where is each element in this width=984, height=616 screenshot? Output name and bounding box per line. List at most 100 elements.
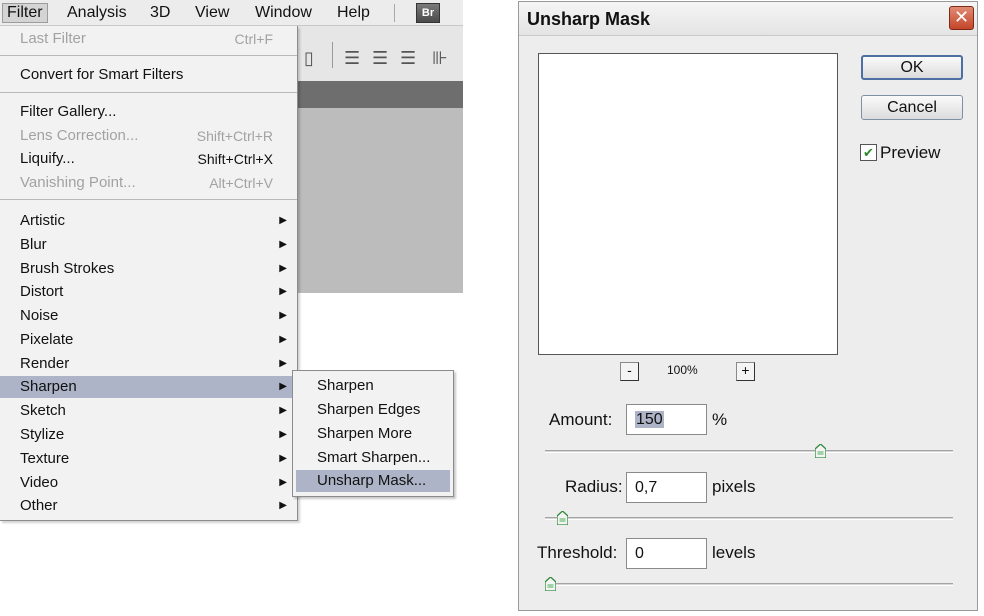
preview-checkbox[interactable]: ✔ [860, 144, 877, 161]
menu-3d[interactable]: 3D [146, 3, 174, 23]
submenu-arrow-icon: ▶ [279, 215, 287, 226]
filter-menu: Last Filter Ctrl+F Convert for Smart Fil… [0, 26, 298, 521]
shortcut-label: Alt+Ctrl+V [209, 175, 273, 191]
menu-analysis[interactable]: Analysis [63, 3, 131, 23]
menu-item-label: Vanishing Point... [20, 174, 136, 191]
threshold-input[interactable]: 0 [626, 538, 707, 569]
align-icon[interactable]: ▯ [304, 48, 315, 69]
menubar-divider [394, 4, 395, 22]
menu-item-label: Convert for Smart Filters [20, 66, 184, 83]
menu-item-label: Video [20, 474, 59, 491]
amount-slider-thumb[interactable] [815, 444, 826, 458]
submenu-arrow-icon: ▶ [279, 263, 287, 274]
threshold-label: Threshold: [537, 543, 618, 562]
radius-input[interactable]: 0,7 [626, 472, 707, 503]
amount-label: Amount: [549, 410, 613, 429]
menu-bar: Filter Analysis 3D View Window Help Br [0, 0, 463, 26]
menu-item-vanishing-point[interactable]: Vanishing Point... Alt+Ctrl+V [0, 172, 297, 194]
submenu-arrow-icon: ▶ [279, 286, 287, 297]
amount-slider-track[interactable] [545, 444, 953, 458]
menu-help[interactable]: Help [333, 3, 374, 23]
menu-item-noise[interactable]: Noise ▶ [0, 305, 297, 327]
submenu-arrow-icon: ▶ [279, 405, 287, 416]
menu-item-label: Sharpen [20, 378, 77, 395]
radius-slider-track[interactable] [545, 511, 953, 525]
menu-item-label: Noise [20, 307, 59, 324]
threshold-slider-thumb[interactable] [545, 577, 556, 591]
menu-window[interactable]: Window [251, 3, 316, 23]
radius-label: Radius: [565, 477, 623, 496]
cancel-button[interactable]: Cancel [861, 95, 963, 120]
submenu-arrow-icon: ▶ [279, 381, 287, 392]
bridge-button[interactable]: Br [416, 3, 440, 23]
menu-separator [0, 92, 297, 93]
menu-item-sharpen[interactable]: Sharpen ▶ [0, 376, 297, 398]
zoom-level: 100% [667, 363, 698, 377]
submenu-item-smart-sharpen[interactable]: Smart Sharpen... [296, 447, 450, 469]
menu-item-texture[interactable]: Texture ▶ [0, 448, 297, 470]
distribute-bottom-icon[interactable]: ☰ [400, 48, 417, 69]
submenu-item-sharpen-edges[interactable]: Sharpen Edges [296, 399, 450, 421]
threshold-value: 0 [635, 545, 644, 562]
menu-item-liquify[interactable]: Liquify... Shift+Ctrl+X [0, 148, 297, 170]
submenu-item-sharpen-more[interactable]: Sharpen More [296, 423, 450, 445]
menu-item-convert-smart-filters[interactable]: Convert for Smart Filters [0, 64, 297, 86]
close-icon: ✕ [953, 7, 970, 27]
shortcut-label: Shift+Ctrl+X [197, 151, 273, 167]
dialog-title: Unsharp Mask [527, 9, 651, 29]
document-tab-bar [298, 81, 463, 108]
distribute-top-icon[interactable]: ☰ [344, 48, 361, 69]
menu-item-lens-correction[interactable]: Lens Correction... Shift+Ctrl+R [0, 125, 297, 147]
menu-item-blur[interactable]: Blur ▶ [0, 234, 297, 256]
preview-label: Preview [880, 143, 941, 162]
zoom-in-button[interactable]: + [736, 362, 755, 381]
menu-item-video[interactable]: Video ▶ [0, 472, 297, 494]
menu-item-label: Distort [20, 283, 64, 300]
distribute-left-icon[interactable]: ⊪ [432, 48, 449, 69]
menu-item-label: Pixelate [20, 331, 74, 348]
menu-item-stylize[interactable]: Stylize ▶ [0, 424, 297, 446]
menu-item-label: Stylize [20, 426, 65, 443]
menu-item-render[interactable]: Render ▶ [0, 353, 297, 375]
menu-filter[interactable]: Filter [2, 3, 48, 23]
threshold-slider-track[interactable] [545, 577, 953, 591]
menu-item-sketch[interactable]: Sketch ▶ [0, 400, 297, 422]
menu-item-label: Texture [20, 450, 70, 467]
menu-separator [0, 199, 297, 200]
submenu-arrow-icon: ▶ [279, 500, 287, 511]
submenu-item-unsharp-mask[interactable]: Unsharp Mask... [296, 470, 450, 492]
menu-item-pixelate[interactable]: Pixelate ▶ [0, 329, 297, 351]
menu-item-filter-gallery[interactable]: Filter Gallery... [0, 101, 297, 123]
unsharp-mask-dialog: Unsharp Mask ✕ - 100% + OK Cancel ✔ Prev… [518, 1, 978, 611]
menu-item-label: Lens Correction... [20, 127, 139, 144]
menu-item-label: Brush Strokes [20, 260, 115, 277]
menu-item-label: Sketch [20, 402, 66, 419]
submenu-arrow-icon: ▶ [279, 453, 287, 464]
amount-input[interactable]: 150 [626, 404, 707, 435]
radius-value: 0,7 [635, 479, 658, 496]
ok-button[interactable]: OK [861, 55, 963, 80]
toolbar-divider [332, 42, 333, 68]
menu-item-last-filter[interactable]: Last Filter Ctrl+F [0, 28, 297, 50]
menu-item-label: Render [20, 355, 70, 372]
submenu-arrow-icon: ▶ [279, 358, 287, 369]
zoom-out-button[interactable]: - [620, 362, 639, 381]
submenu-arrow-icon: ▶ [279, 239, 287, 250]
menu-view[interactable]: View [191, 3, 233, 23]
menu-item-distort[interactable]: Distort ▶ [0, 281, 297, 303]
preview-window[interactable] [538, 53, 838, 355]
submenu-item-sharpen[interactable]: Sharpen [296, 375, 450, 397]
close-button[interactable]: ✕ [949, 6, 974, 30]
menu-item-brush-strokes[interactable]: Brush Strokes ▶ [0, 258, 297, 280]
checkmark-icon: ✔ [863, 145, 874, 160]
options-toolbar: ▯ ☰ ☰ ☰ ⊪ [298, 26, 463, 81]
distribute-center-icon[interactable]: ☰ [372, 48, 389, 69]
dialog-title-bar[interactable]: Unsharp Mask ✕ [519, 2, 977, 36]
menu-item-other[interactable]: Other ▶ [0, 495, 297, 517]
radius-slider-thumb[interactable] [557, 511, 568, 525]
amount-value: 150 [635, 411, 664, 428]
radius-unit: pixels [712, 477, 756, 496]
amount-unit: % [712, 410, 728, 429]
menu-item-artistic[interactable]: Artistic ▶ [0, 210, 297, 232]
shortcut-label: Shift+Ctrl+R [196, 128, 273, 144]
